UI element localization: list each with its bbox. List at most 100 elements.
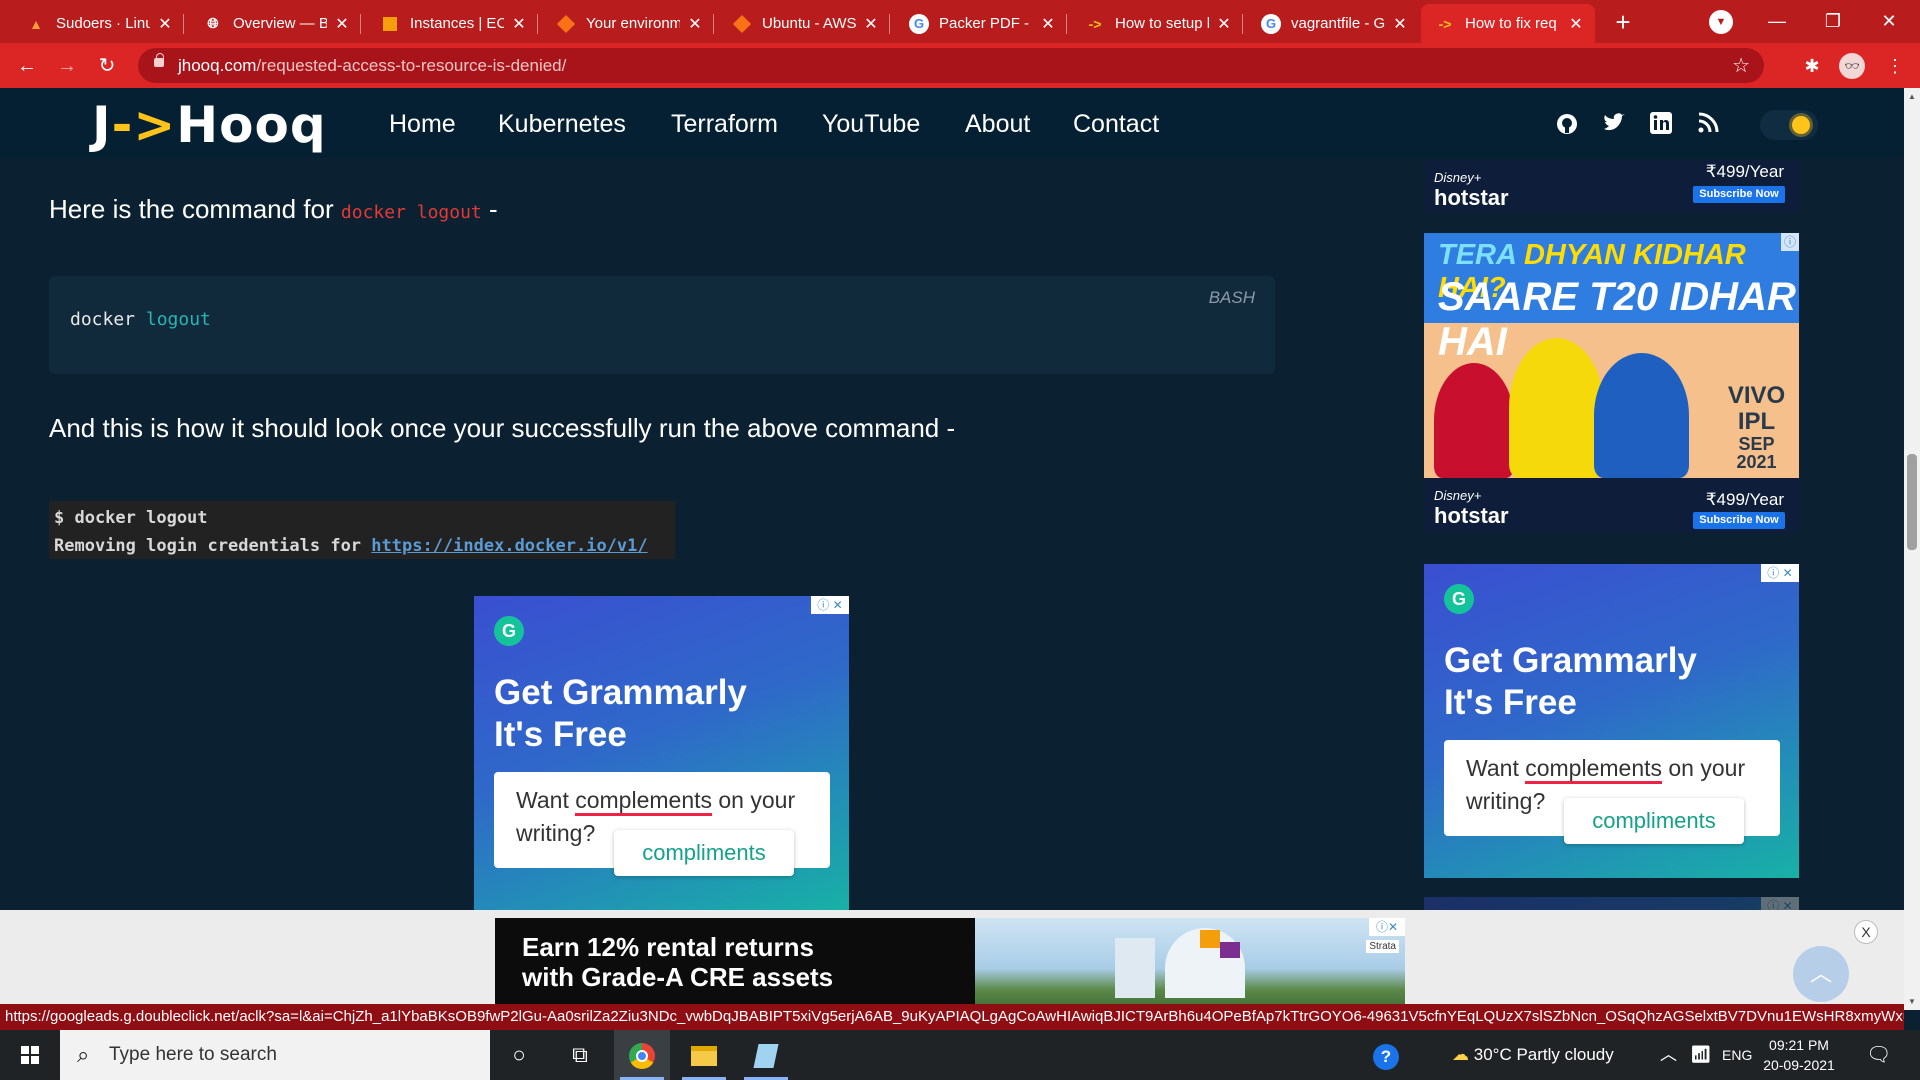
task-view-icon[interactable]: ⧉ <box>552 1030 608 1080</box>
browser-tab[interactable]: ▲ Sudoers · Linu ✕ <box>12 4 184 43</box>
reload-icon[interactable]: ↻ <box>92 51 122 81</box>
notepad-app-icon[interactable] <box>738 1030 794 1080</box>
hotstar-ad-strip[interactable]: Disney+ hotstar ₹499/Year Subscribe Now <box>1424 160 1799 213</box>
docker-index-link[interactable]: https://index.docker.io/v1/ <box>371 536 647 556</box>
code-text[interactable]: docker logout <box>70 309 211 330</box>
restore-icon[interactable]: ❐ <box>1810 6 1856 36</box>
aws-box-icon <box>380 14 400 34</box>
article-paragraph: Here is the command for docker logout - <box>49 194 498 224</box>
jhooq-arrow-icon: -> <box>1088 15 1102 32</box>
scroll-up-arrow-icon[interactable]: ▲ <box>1907 92 1917 101</box>
start-button[interactable] <box>0 1030 60 1080</box>
ipl-ad[interactable]: TERA DHYAN KIDHAR HAI? SAARE T20 IDHAR H… <box>1424 233 1799 478</box>
adchoices-icon[interactable]: ⓘ ✕ <box>811 596 849 614</box>
adchoices-icon[interactable]: ⓘ <box>1781 233 1799 251</box>
subscribe-button[interactable]: Subscribe Now <box>1693 186 1785 203</box>
nav-youtube[interactable]: YouTube <box>822 110 920 139</box>
profile-avatar[interactable]: 👓︎ <box>1839 53 1865 79</box>
site-header: J->Hooq Home Kubernetes Terraform YouTub… <box>0 88 1904 158</box>
adchoices-icon[interactable]: ⓘ ✕ <box>1761 564 1799 582</box>
ad-suggestion: compliments <box>614 830 794 876</box>
grammarly-ad[interactable]: ⓘ ✕ G Get Grammarly It's Free Want comple… <box>1424 564 1799 878</box>
weather-widget[interactable]: ☁ 30°C Partly cloudy <box>1452 1030 1614 1080</box>
nav-home[interactable]: Home <box>389 110 456 139</box>
new-tab-button[interactable]: + <box>1608 8 1638 38</box>
code-block[interactable]: BASH docker logout <box>49 276 1275 374</box>
article-paragraph: And this is how it should look once your… <box>49 413 956 443</box>
weather-text: 30°C Partly cloudy <box>1473 1045 1614 1064</box>
terminal-line: Removing login credentials for https://i… <box>54 536 648 556</box>
close-tab-icon[interactable]: ✕ <box>1215 14 1233 34</box>
browser-tab[interactable]: -> How to setup l ✕ <box>1071 4 1243 43</box>
close-tab-icon[interactable]: ✕ <box>510 14 528 34</box>
show-hidden-icons-icon[interactable]: ︿ <box>1660 1030 1677 1080</box>
url-text[interactable]: jhooq.com/requested-access-to-resource-i… <box>178 56 566 76</box>
close-tab-icon[interactable]: ✕ <box>1039 14 1057 34</box>
ad-brand-label: Strata <box>1366 940 1399 953</box>
cortana-icon[interactable]: ○ <box>491 1030 547 1080</box>
page-scrollbar[interactable]: ▲ ▼ <box>1904 88 1920 1010</box>
player-figure <box>1594 353 1689 478</box>
aws-cube-icon <box>556 14 576 34</box>
address-bar[interactable]: jhooq.com/requested-access-to-resource-i… <box>138 48 1764 83</box>
chrome-taskbar-icon[interactable] <box>614 1030 670 1080</box>
close-tab-icon[interactable]: ✕ <box>1391 14 1409 34</box>
nav-about[interactable]: About <box>965 110 1030 139</box>
browser-tab-active[interactable]: -> How to fix req ✕ <box>1421 4 1595 43</box>
close-window-icon[interactable]: ✕ <box>1866 6 1912 36</box>
close-tab-icon[interactable]: ✕ <box>333 14 351 34</box>
browser-tab[interactable]: G vagrantfile - G ✕ <box>1247 4 1419 43</box>
browser-tab[interactable]: Instances | EC2 ✕ <box>366 4 538 43</box>
scrollbar-thumb[interactable] <box>1907 454 1917 550</box>
system-clock[interactable]: 09:21 PM 20-09-2021 <box>1754 1035 1844 1075</box>
menu-kebab-icon[interactable]: ⋮ <box>1880 51 1910 81</box>
close-tab-icon[interactable]: ✕ <box>1567 14 1585 34</box>
nav-terraform[interactable]: Terraform <box>671 110 778 139</box>
theme-toggle[interactable] <box>1760 110 1818 140</box>
browser-tab[interactable]: Ubuntu - AWS ✕ <box>718 4 890 43</box>
close-tab-icon[interactable]: ✕ <box>156 14 174 34</box>
nav-kubernetes[interactable]: Kubernetes <box>498 110 626 139</box>
bookmark-star-icon[interactable]: ☆ <box>1732 53 1750 78</box>
browser-tab[interactable]: G Packer PDF - 2 ✕ <box>895 4 1067 43</box>
tab-search-icon[interactable]: ▼ <box>1709 10 1733 34</box>
forward-arrow-icon[interactable]: → <box>52 51 82 81</box>
ipl-headline: SAARE T20 IDHAR HAI <box>1438 275 1796 364</box>
site-logo[interactable]: J->Hooq <box>92 96 327 154</box>
close-tab-icon[interactable]: ✕ <box>686 14 704 34</box>
twitter-icon[interactable] <box>1601 112 1627 138</box>
rss-icon[interactable] <box>1695 112 1721 138</box>
ipl-brand: VIVO IPL SEP 2021 <box>1727 382 1786 472</box>
jhooq-arrow-icon: -> <box>1438 15 1452 32</box>
building-shape <box>1115 938 1155 998</box>
back-arrow-icon[interactable]: ← <box>12 51 42 81</box>
adchoices-icon[interactable]: ⓘ✕ <box>1369 918 1405 936</box>
subscribe-button[interactable]: Subscribe Now <box>1693 512 1785 529</box>
grammarly-ad[interactable]: ⓘ ✕ G Get Grammarly It's Free Want comple… <box>474 596 849 910</box>
strata-ad[interactable]: Earn 12% rental returns with Grade-A CRE … <box>495 918 1405 1010</box>
file-explorer-icon[interactable] <box>676 1030 732 1080</box>
close-ad-button[interactable]: X <box>1854 920 1878 944</box>
browser-tab[interactable]: Your environm ✕ <box>542 4 714 43</box>
minimize-icon[interactable]: — <box>1754 6 1800 36</box>
extensions-puzzle-icon[interactable]: ✱ <box>1797 51 1827 81</box>
help-icon[interactable]: ? <box>1358 1030 1414 1080</box>
link-status-bar: https://googleads.g.doubleclick.net/aclk… <box>0 1004 1904 1030</box>
scroll-to-top-button[interactable]: ︿ <box>1793 946 1849 1002</box>
nav-contact[interactable]: Contact <box>1073 110 1159 139</box>
wifi-icon[interactable]: 📶︎ <box>1690 1030 1712 1080</box>
lock-icon[interactable] <box>154 53 164 67</box>
tab-title: Your environm <box>586 15 680 32</box>
linkedin-icon[interactable] <box>1648 112 1674 138</box>
ad-headline: Get Grammarly It's Free <box>494 673 747 754</box>
browser-tab[interactable]: 🌐︎ Overview — Bi ✕ <box>189 4 361 43</box>
taskbar-search-box[interactable]: ⌕ Type here to search <box>60 1030 490 1080</box>
language-indicator[interactable]: ENG <box>1722 1030 1752 1080</box>
close-tab-icon[interactable]: ✕ <box>862 14 880 34</box>
github-icon[interactable] <box>1554 112 1580 138</box>
scroll-down-arrow-icon[interactable]: ▼ <box>1907 997 1917 1006</box>
notification-center-icon[interactable]: 🗨︎ <box>1866 1030 1891 1080</box>
aws-cube-icon <box>732 14 752 34</box>
hotstar-ad-strip[interactable]: Disney+ hotstar ₹499/Year Subscribe Now <box>1424 478 1799 533</box>
tab-title: Sudoers · Linu <box>56 15 150 32</box>
